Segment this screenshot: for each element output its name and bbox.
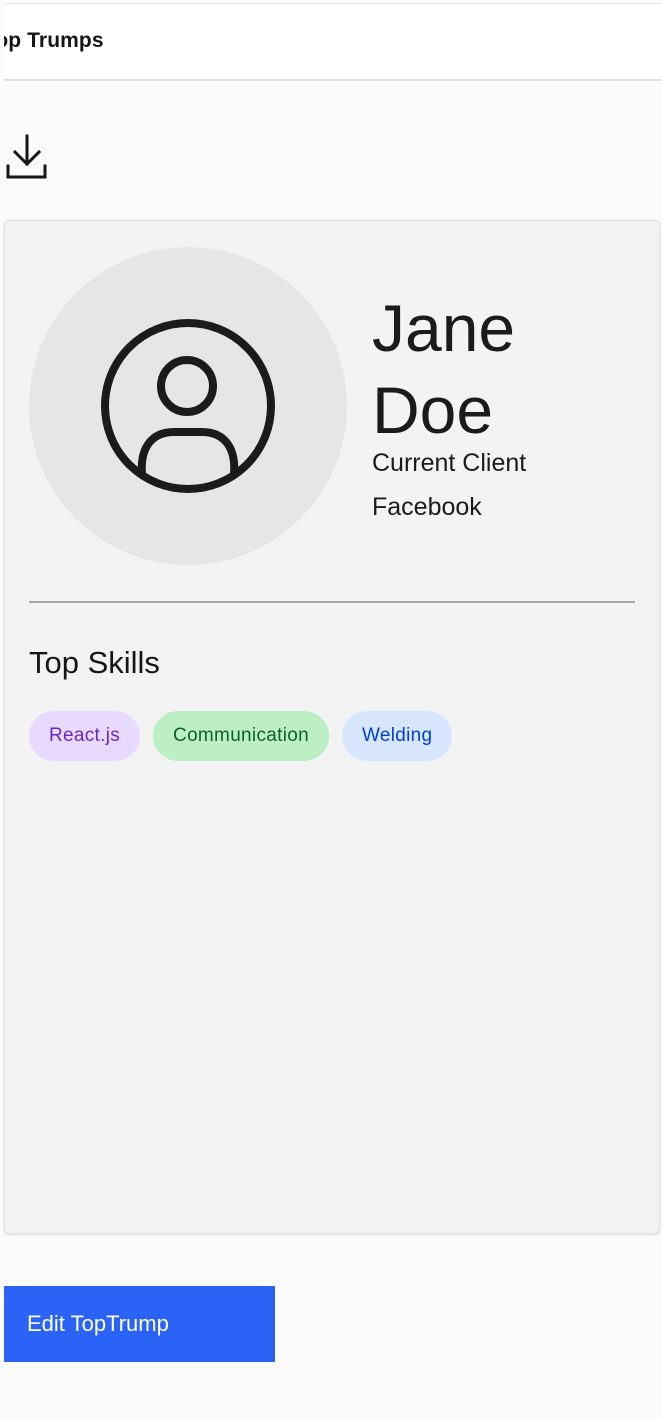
profile-name: Jane Doe bbox=[372, 287, 515, 451]
app-header: Top Trumps bbox=[4, 3, 662, 81]
skill-tag-welding: Welding bbox=[341, 711, 453, 761]
last-name: Doe bbox=[372, 373, 494, 447]
download-button[interactable] bbox=[4, 130, 50, 182]
skills-tag-list: React.js Communication Welding bbox=[29, 711, 453, 761]
skills-heading: Top Skills bbox=[29, 645, 160, 680]
edit-toptrump-button[interactable]: Edit TopTrump bbox=[4, 1286, 275, 1362]
user-avatar-icon bbox=[101, 319, 275, 493]
avatar bbox=[29, 247, 347, 565]
skill-tag-react: React.js bbox=[29, 711, 141, 761]
app-title: Top Trumps bbox=[4, 29, 104, 52]
company-name: Facebook bbox=[372, 493, 482, 521]
first-name: Jane bbox=[372, 291, 516, 365]
skill-tag-communication: Communication bbox=[153, 711, 329, 761]
profile-card: Jane Doe Current Client Facebook Top Ski… bbox=[4, 220, 660, 1234]
download-icon bbox=[6, 134, 47, 179]
divider bbox=[29, 601, 635, 603]
client-status: Current Client bbox=[372, 449, 527, 477]
